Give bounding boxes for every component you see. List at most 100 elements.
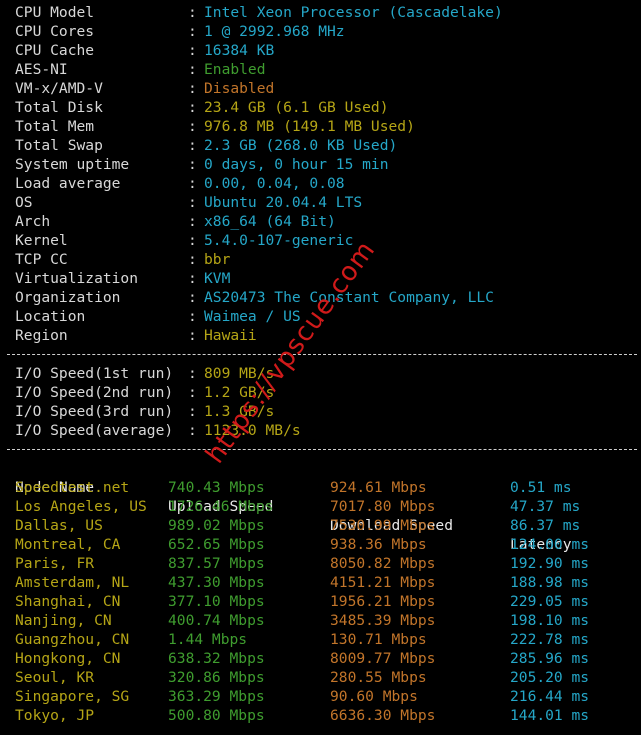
table-row: Paris, FR 837.57 Mbps 8050.82 Mbps 192.90 m… [15,554,637,573]
info-label: OS [15,194,33,211]
latency-cell: 47.37 ms [510,498,581,515]
info-label: Region [15,327,68,344]
colon-separator: : [188,365,197,382]
table-row: Seoul, KR 320.86 Mbps 280.55 Mbps 205.20 ms [15,668,637,687]
sysinfo-row: VM-x/AMD-V: Disabled [15,79,637,98]
info-label: I/O Speed(2nd run) [15,384,174,401]
upload-speed-cell: 1726.46 Mbps [168,498,274,515]
table-row: Shanghai, CN 377.10 Mbps 1956.21 Mbps 229.0… [15,592,637,611]
table-row: Amsterdam, NL 437.30 Mbps 4151.21 Mbps 188.… [15,573,637,592]
table-row: Singapore, SG 363.29 Mbps 90.60 Mbps 216.44… [15,687,637,706]
info-label: CPU Cache [15,42,95,59]
info-value: 1 @ 2992.968 MHz [204,23,345,40]
colon-separator: : [188,137,197,154]
latency-cell: 216.44 ms [510,688,590,705]
info-value: Waimea / US [204,308,301,325]
sysinfo-row: AES-NI: Enabled [15,60,637,79]
table-row: Montreal, CA 652.65 Mbps 938.36 Mbps 124.00… [15,535,637,554]
table-row: Dallas, US 989.02 Mbps 7530.99 Mbps 86.37 m… [15,516,637,535]
latency-cell: 144.01 ms [510,707,590,724]
upload-speed-cell: 377.10 Mbps [168,593,265,610]
info-value: 1123.0 MB/s [204,422,301,439]
info-label: CPU Cores [15,23,95,40]
upload-speed-cell: 437.30 Mbps [168,574,265,591]
info-label: Total Swap [15,137,103,154]
sysinfo-row: CPU Cache:16384 KB [15,41,637,60]
info-label: Total Mem [15,118,95,135]
colon-separator: : [188,23,197,40]
info-label: Load average [15,175,121,192]
info-label: VM-x/AMD-V [15,80,103,97]
download-speed-cell: 130.71 Mbps [330,631,427,648]
table-row: Speedtest.net 740.43 Mbps 924.61 Mbps 0.51 … [15,478,637,497]
download-speed-cell: 90.60 Mbps [330,688,418,705]
io-row: I/O Speed(average):1123.0 MB/s [15,421,637,440]
terminal-output[interactable]: CPU Model: Intel Xeon Processor (Cascadel… [7,3,637,725]
download-speed-cell: 7530.99 Mbps [330,517,436,534]
latency-cell: 192.90 ms [510,555,590,572]
info-label: Kernel [15,232,68,249]
upload-speed-cell: 1.44 Mbps [168,631,248,648]
info-label: TCP CC [15,251,68,268]
sysinfo-row: Location: Waimea / US [15,307,637,326]
sysinfo-row: Region: Hawaii [15,326,637,345]
download-speed-cell: 3485.39 Mbps [330,612,436,629]
info-value: 16384 KB [204,42,275,59]
info-value: Hawaii [204,327,257,344]
colon-separator: : [188,156,197,173]
node-name-cell: Hongkong, CN [15,650,121,667]
info-label: Arch [15,213,51,230]
node-name-cell: Dallas, US [15,517,103,534]
sysinfo-row: Organization: AS20473 The Constant Compan… [15,288,637,307]
colon-separator: : [188,270,197,287]
io-row: I/O Speed(1st run):809 MB/s [15,364,637,383]
node-name-cell: Montreal, CA [15,536,121,553]
colon-separator: : [188,99,197,116]
io-speed-section: I/O Speed(1st run):809 MB/s I/O Speed(2nd… [15,364,637,440]
table-row: Tokyo, JP 500.80 Mbps 6636.30 Mbps 144.01 m… [15,706,637,725]
info-label: Virtualization [15,270,139,287]
colon-separator: : [188,4,197,21]
io-row: I/O Speed(3rd run):1.3 GB/s [15,402,637,421]
colon-separator: : [188,289,197,306]
table-row: Hongkong, CN 638.32 Mbps 8009.77 Mbps 285.9… [15,649,637,668]
separator-line [7,440,637,459]
download-speed-cell: 6636.30 Mbps [330,707,436,724]
node-name-cell: Seoul, KR [15,669,95,686]
sysinfo-row: Load average:0.00, 0.04, 0.08 [15,174,637,193]
latency-cell: 188.98 ms [510,574,590,591]
speedtest-results: Speedtest.net 740.43 Mbps 924.61 Mbps 0.51 … [15,478,637,725]
colon-separator: : [188,308,197,325]
info-value: AS20473 The Constant Company, LLC [204,289,494,306]
download-speed-cell: 8050.82 Mbps [330,555,436,572]
info-value: 1.2 GB/s [204,384,275,401]
info-value: Disabled [204,80,275,97]
table-row: Guangzhou, CN 1.44 Mbps 130.71 Mbps 222.78 … [15,630,637,649]
table-row: Nanjing, CN 400.74 Mbps 3485.39 Mbps 198.10… [15,611,637,630]
upload-speed-cell: 989.02 Mbps [168,517,265,534]
system-info-section: CPU Model: Intel Xeon Processor (Cascadel… [15,3,637,345]
sysinfo-row: CPU Model: Intel Xeon Processor (Cascadel… [15,3,637,22]
latency-cell: 0.51 ms [510,479,572,496]
info-value: 809 MB/s [204,365,275,382]
colon-separator: : [188,175,197,192]
info-label: CPU Model [15,4,95,21]
colon-separator: : [188,403,197,420]
download-speed-cell: 924.61 Mbps [330,479,427,496]
latency-cell: 222.78 ms [510,631,590,648]
sysinfo-row: Total Swap:2.3 GB (268.0 KB Used) [15,136,637,155]
info-value: Ubuntu 20.04.4 LTS [204,194,363,211]
colon-separator: : [188,194,197,211]
colon-separator: : [188,42,197,59]
sysinfo-row: CPU Cores:1 @ 2992.968 MHz [15,22,637,41]
node-name-cell: Nanjing, CN [15,612,112,629]
colon-separator: : [188,61,197,78]
io-row: I/O Speed(2nd run):1.2 GB/s [15,383,637,402]
sysinfo-row: System uptime:0 days, 0 hour 15 min [15,155,637,174]
sysinfo-row: OS: Ubuntu 20.04.4 LTS [15,193,637,212]
sysinfo-row: TCP CC: bbr [15,250,637,269]
info-label: System uptime [15,156,130,173]
download-speed-cell: 1956.21 Mbps [330,593,436,610]
upload-speed-cell: 837.57 Mbps [168,555,265,572]
node-name-cell: Los Angeles, US [15,498,147,515]
